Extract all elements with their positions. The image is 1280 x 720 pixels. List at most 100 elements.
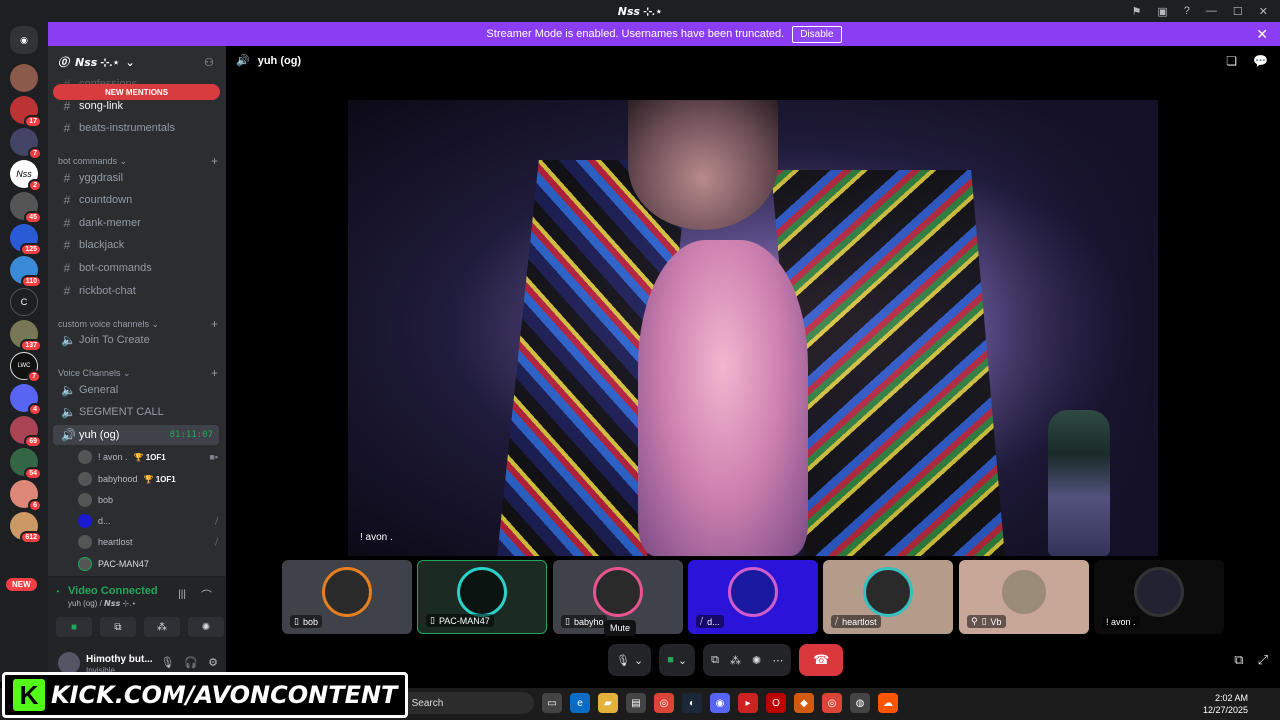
microphone-object: [1048, 410, 1110, 556]
maximize-button[interactable]: ☐: [1233, 5, 1243, 18]
opera-icon[interactable]: O: [766, 693, 786, 713]
category-bot-commands[interactable]: bot commands ⌄ +: [58, 154, 218, 168]
voice-channel-general[interactable]: 🔈 General: [53, 380, 219, 400]
voice-user[interactable]: ! avon . 🏆 1OF1 ■▪: [78, 448, 218, 466]
channel-beats-instrumentals[interactable]: # beats-instrumentals: [53, 118, 219, 138]
help-icon[interactable]: ?: [1184, 5, 1190, 17]
task-view-icon[interactable]: ▭: [542, 693, 562, 713]
camera-button[interactable]: ■: [56, 617, 92, 637]
edge-icon[interactable]: e: [570, 693, 590, 713]
more-icon[interactable]: ⋯: [772, 654, 783, 667]
new-servers-pill[interactable]: NEW: [6, 578, 37, 591]
server-icon[interactable]: 69: [10, 416, 42, 448]
fullscreen-icon[interactable]: ⤢: [1258, 652, 1268, 668]
screen-icon[interactable]: ▣: [1157, 5, 1167, 18]
channel-blackjack[interactable]: # blackjack: [53, 235, 219, 255]
chevron-down-icon[interactable]: ⌄: [634, 654, 643, 667]
add-channel-icon[interactable]: +: [211, 154, 218, 168]
chrome-icon[interactable]: ◎: [822, 693, 842, 713]
chevron-down-icon[interactable]: ⌄: [678, 654, 687, 667]
headphones-icon[interactable]: 🎧: [184, 656, 198, 669]
browser-icon[interactable]: ◆: [794, 693, 814, 713]
participant-tile[interactable]: ! avon .: [1094, 560, 1224, 634]
soundboard-button[interactable]: ✺: [188, 617, 224, 637]
activities-button[interactable]: ⁂: [144, 617, 180, 637]
taskbar-search[interactable]: ⌕Search: [390, 692, 534, 714]
server-icon[interactable]: 4: [10, 384, 42, 416]
soundcloud-icon[interactable]: ☁: [878, 693, 898, 713]
leave-call-button[interactable]: ☎: [799, 644, 844, 676]
participant-tile[interactable]: ▯ PAC-MAN47: [417, 560, 547, 634]
server-icon[interactable]: C: [10, 288, 38, 316]
avatar: [78, 450, 92, 464]
participant-tile[interactable]: ▯ bob: [282, 560, 412, 634]
app-icon[interactable]: ▸: [738, 693, 758, 713]
server-icon[interactable]: 137: [10, 320, 42, 352]
noise-suppression-icon[interactable]: |||: [178, 589, 186, 600]
gear-icon[interactable]: ⚙: [208, 656, 218, 669]
voice-user[interactable]: PAC-MAN47: [78, 555, 218, 573]
disable-streamer-button[interactable]: Disable: [792, 25, 842, 43]
screenshare-icon[interactable]: ⧉: [711, 654, 719, 667]
avatar[interactable]: [58, 652, 80, 674]
screenshare-button[interactable]: ⧉: [100, 617, 136, 637]
voice-user[interactable]: d... ⧸: [78, 512, 218, 530]
inbox-icon[interactable]: ⚑: [1132, 5, 1142, 18]
steam-icon[interactable]: ◐: [682, 693, 702, 713]
participant-tile[interactable]: ⧸ d...: [688, 560, 818, 634]
channel-countdown[interactable]: # countdown: [53, 190, 219, 210]
voice-user[interactable]: babyhood 🏆 1OF1: [78, 470, 218, 488]
chat-icon[interactable]: 💬: [1253, 54, 1268, 68]
server-icon[interactable]: 125: [10, 224, 42, 256]
mic-icon[interactable]: 🎙: [160, 656, 174, 669]
server-icon[interactable]: 612: [10, 512, 42, 544]
category-voice-channels[interactable]: Voice Channels ⌄ +: [58, 366, 218, 380]
disconnect-icon[interactable]: ⌒: [201, 587, 212, 603]
channel-song-link[interactable]: # song-link: [53, 96, 219, 116]
participant-tile[interactable]: ⚲ ▯ Vb: [959, 560, 1089, 634]
add-channel-icon[interactable]: +: [211, 317, 218, 331]
voice-channel-segment-call[interactable]: 🔈 SEGMENT CALL: [53, 402, 219, 422]
voice-user[interactable]: heartlost ⧸: [78, 533, 218, 551]
category-custom-voice[interactable]: custom voice channels ⌄ +: [58, 317, 218, 331]
minimize-button[interactable]: —: [1206, 5, 1217, 17]
add-channel-icon[interactable]: +: [211, 366, 218, 380]
discord-icon[interactable]: ◉: [710, 693, 730, 713]
channel-rickbot-chat[interactable]: # rickbot-chat: [53, 281, 219, 301]
main-video-stream[interactable]: [348, 100, 1158, 556]
camera-toggle-button[interactable]: ■ ⌄: [659, 644, 696, 676]
activities-icon[interactable]: ⁂: [730, 654, 741, 667]
channel-yggdrasil[interactable]: # yggdrasil: [53, 168, 219, 188]
server-icon[interactable]: 6: [10, 480, 42, 512]
mute-button[interactable]: 🎙 ⌄: [608, 644, 652, 676]
server-icon[interactable]: 45: [10, 192, 42, 224]
close-icon[interactable]: ✕: [1256, 26, 1268, 43]
channel-bot-commands[interactable]: # bot-commands: [53, 258, 219, 278]
taskbar-clock[interactable]: 2:02 AM 12/27/2025: [1203, 692, 1248, 716]
server-icon[interactable]: [10, 64, 38, 92]
obs-icon[interactable]: ◍: [850, 693, 870, 713]
popout-icon[interactable]: ⧉: [1234, 652, 1243, 668]
soundboard-icon[interactable]: ✺: [752, 654, 761, 667]
folder-icon[interactable]: ▰: [598, 693, 618, 713]
discord-home-icon[interactable]: ◉: [10, 26, 38, 54]
vc-location[interactable]: yuh (og) / 𝙉𝙨𝙨 ⊹.⋆: [68, 599, 136, 608]
server-icon[interactable]: 7: [10, 128, 42, 160]
hash-icon: #: [63, 261, 71, 275]
participant-tile[interactable]: ⧸ heartlost: [823, 560, 953, 634]
voice-channel-join-to-create[interactable]: 🔈 Join To Create: [53, 330, 219, 350]
server-icon[interactable]: Nss 2: [10, 160, 42, 192]
chrome-icon[interactable]: ◎: [654, 693, 674, 713]
add-member-icon[interactable]: ⚇: [204, 56, 214, 69]
signal-icon[interactable]: ◔: [54, 587, 60, 598]
voice-user[interactable]: bob: [78, 491, 218, 509]
server-icon[interactable]: 54: [10, 448, 42, 480]
store-icon[interactable]: ▤: [626, 693, 646, 713]
close-button[interactable]: ✕: [1259, 5, 1268, 18]
channel-dank-memer[interactable]: # dank-memer: [53, 213, 219, 233]
server-icon[interactable]: LWC 7: [10, 352, 41, 383]
bookmark-icon[interactable]: ❏: [1226, 54, 1237, 68]
server-icon[interactable]: 110: [10, 256, 42, 288]
server-icon[interactable]: 17: [10, 96, 42, 128]
voice-channel-yuh-og[interactable]: 🔊 yuh (og) 81:11:07: [53, 425, 219, 445]
